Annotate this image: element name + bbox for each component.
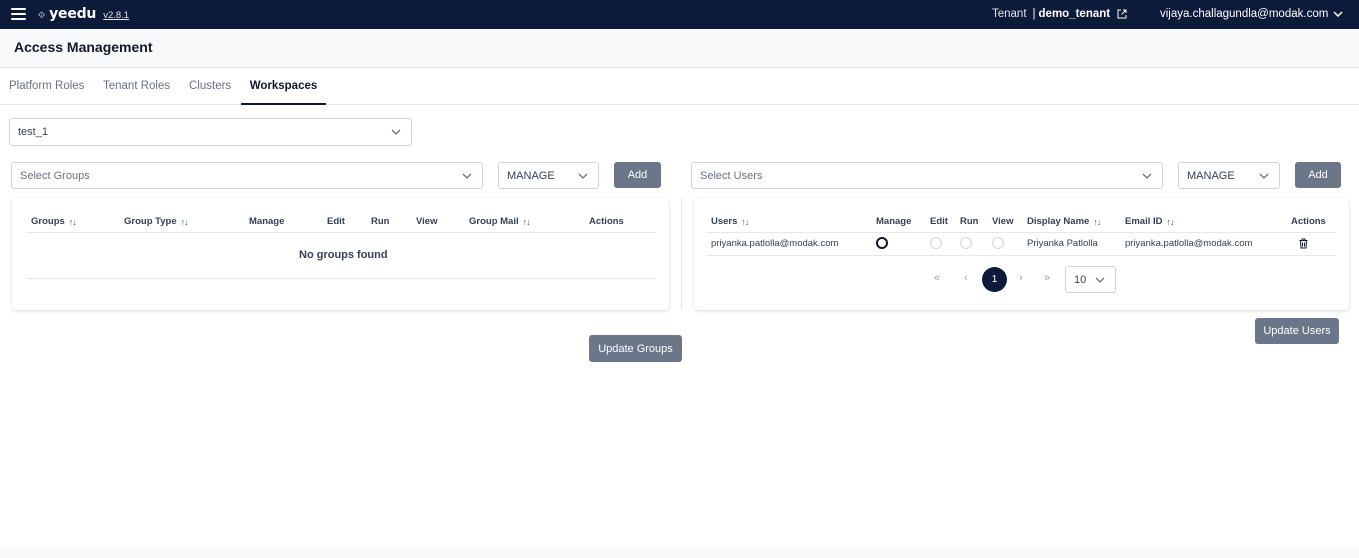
user-email: vijaya.challagundla@modak.com	[1160, 8, 1329, 20]
tab-clusters[interactable]: Clusters	[189, 68, 231, 105]
col-groups[interactable]: Groups ↑↓	[31, 216, 77, 227]
last-page-button[interactable]: »	[1044, 272, 1050, 284]
next-page-button[interactable]: ›	[1019, 272, 1023, 284]
select-users-input[interactable]: Select Users	[691, 162, 1163, 189]
tab-tenant-roles[interactable]: Tenant Roles	[103, 68, 170, 105]
panel-divider	[681, 198, 682, 310]
update-groups-button[interactable]: Update Groups	[589, 335, 682, 362]
select-groups-placeholder: Select Groups	[20, 169, 90, 182]
col-actions: Actions	[589, 216, 624, 227]
tenant-separator: |	[1032, 8, 1036, 20]
menu-icon[interactable]	[11, 8, 26, 20]
sort-icon[interactable]: ↑↓	[181, 217, 189, 227]
page-title: Access Management	[14, 39, 153, 55]
external-link-icon[interactable]	[1117, 9, 1127, 19]
update-users-button[interactable]: Update Users	[1255, 318, 1339, 344]
page-size-select[interactable]: 10	[1065, 266, 1116, 293]
sort-icon[interactable]: ↑↓	[1167, 217, 1175, 227]
version-link[interactable]: v2.8.1	[103, 10, 129, 21]
page-size-value: 10	[1074, 273, 1087, 286]
col-run: Run	[960, 216, 979, 227]
col-display-name[interactable]: Display Name ↑↓	[1027, 216, 1101, 227]
tab-bar: Platform Roles Tenant Roles Clusters Wor…	[0, 68, 1359, 105]
page-footer	[0, 547, 1359, 558]
table-header-divider	[26, 232, 656, 233]
col-email-id[interactable]: Email ID ↑↓	[1125, 216, 1175, 227]
col-view: View	[416, 216, 438, 227]
col-group-type[interactable]: Group Type ↑↓	[124, 216, 189, 227]
col-actions: Actions	[1291, 216, 1326, 227]
tenant-name: demo_tenant	[1038, 8, 1111, 20]
empty-groups-message: No groups found	[299, 249, 388, 261]
permission-view-radio[interactable]	[992, 237, 1004, 249]
workspace-select-value: test_1	[18, 126, 48, 138]
trash-icon[interactable]	[1298, 238, 1309, 249]
select-users-placeholder: Select Users	[700, 169, 763, 182]
logo-text: yeedu	[49, 6, 97, 22]
col-run: Run	[371, 216, 390, 227]
top-navbar: ⟐ yeedu v2.8.1 Tenant | demo_tenant vija…	[0, 0, 1359, 29]
col-view: View	[992, 216, 1014, 227]
user-permission-select[interactable]: MANAGE	[1178, 162, 1280, 189]
first-page-button[interactable]: «	[934, 272, 940, 284]
chevron-down-icon	[462, 173, 472, 179]
col-edit: Edit	[930, 216, 948, 227]
sort-icon[interactable]: ↑↓	[69, 217, 77, 227]
col-group-mail[interactable]: Group Mail ↑↓	[469, 216, 531, 227]
chevron-down-icon	[391, 129, 401, 135]
user-email-cell: priyanka.patlolla@modak.com	[711, 238, 839, 249]
permission-run-radio[interactable]	[960, 237, 972, 249]
workspace-select[interactable]: test_1	[9, 118, 412, 146]
add-user-button[interactable]: Add	[1295, 162, 1341, 188]
tenant-label: Tenant	[992, 8, 1027, 20]
tab-workspaces[interactable]: Workspaces	[241, 68, 326, 105]
col-manage: Manage	[876, 216, 912, 227]
email-id-cell: priyanka.patlolla@modak.com	[1125, 238, 1253, 249]
user-permission-value: MANAGE	[1187, 169, 1235, 182]
prev-page-button[interactable]: ‹	[964, 272, 968, 284]
logo-mark-icon: ⟐	[38, 10, 46, 20]
user-menu[interactable]: vijaya.challagundla@modak.com	[1160, 8, 1343, 20]
chevron-down-icon	[1095, 277, 1105, 283]
col-edit: Edit	[327, 216, 345, 227]
table-footer-divider	[26, 278, 656, 279]
sort-icon[interactable]: ↑↓	[741, 217, 749, 227]
permission-manage-radio[interactable]	[876, 237, 888, 249]
page-header: Access Management	[0, 29, 1359, 68]
group-permission-value: MANAGE	[507, 169, 555, 182]
chevron-down-icon	[578, 173, 588, 179]
select-groups-input[interactable]: Select Groups	[11, 162, 483, 189]
group-permission-select[interactable]: MANAGE	[498, 162, 599, 189]
sort-icon[interactable]: ↑↓	[523, 217, 531, 227]
add-group-button[interactable]: Add	[614, 162, 661, 188]
chevron-down-icon	[1142, 173, 1152, 179]
chevron-down-icon	[1333, 11, 1343, 17]
chevron-down-icon	[1259, 173, 1269, 179]
tab-platform-roles[interactable]: Platform Roles	[9, 68, 84, 105]
table-row-divider	[706, 255, 1336, 256]
users-table-card	[694, 198, 1349, 310]
col-users[interactable]: Users ↑↓	[711, 216, 749, 227]
app-logo[interactable]: ⟐ yeedu v2.8.1	[38, 6, 129, 22]
permission-edit-radio[interactable]	[930, 237, 942, 249]
tenant-switcher[interactable]: Tenant | demo_tenant	[992, 8, 1127, 20]
sort-icon[interactable]: ↑↓	[1093, 217, 1101, 227]
col-manage: Manage	[249, 216, 285, 227]
table-header-divider	[706, 232, 1336, 233]
page-number-current[interactable]: 1	[982, 267, 1007, 292]
display-name-cell: Priyanka Patlolla	[1027, 238, 1098, 249]
